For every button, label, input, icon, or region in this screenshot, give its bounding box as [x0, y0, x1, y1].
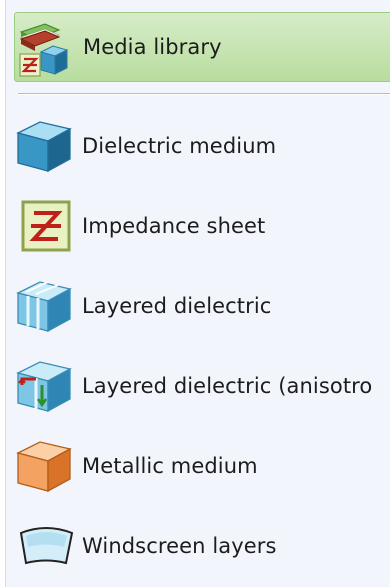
menu-item-metallic-medium[interactable]: Metallic medium [14, 434, 390, 498]
menu-item-layered-dielectric-anisotropic[interactable]: Layered dielectric (anisotro [14, 354, 390, 418]
menu-item-layered-dielectric[interactable]: Layered dielectric [14, 274, 390, 338]
menu-item-label: Layered dielectric [82, 294, 272, 318]
menu-item-label: Layered dielectric (anisotro [82, 374, 373, 398]
menu-item-label: Impedance sheet [82, 214, 266, 238]
metallic-cube-icon [14, 437, 76, 495]
layered-cube-icon [14, 277, 76, 335]
windscreen-icon [14, 517, 76, 575]
menu-item-label: Dielectric medium [82, 134, 277, 158]
menu-item-label: Metallic medium [82, 454, 258, 478]
dielectric-cube-icon [14, 117, 76, 175]
menu-item-label: Media library [83, 35, 222, 59]
menu-item-impedance-sheet[interactable]: Impedance sheet [14, 194, 390, 258]
media-menu: Media library Dielectric medium Impedanc… [5, 0, 390, 587]
media-library-icon [15, 18, 77, 77]
menu-item-windscreen-layers[interactable]: Windscreen layers [14, 514, 390, 578]
menu-separator [18, 93, 390, 95]
anisotropic-layered-cube-icon [14, 357, 76, 415]
menu-item-dielectric-medium[interactable]: Dielectric medium [14, 114, 390, 178]
menu-item-media-library[interactable]: Media library [14, 12, 390, 82]
menu-item-label: Windscreen layers [82, 534, 277, 558]
impedance-sheet-icon [14, 197, 76, 255]
